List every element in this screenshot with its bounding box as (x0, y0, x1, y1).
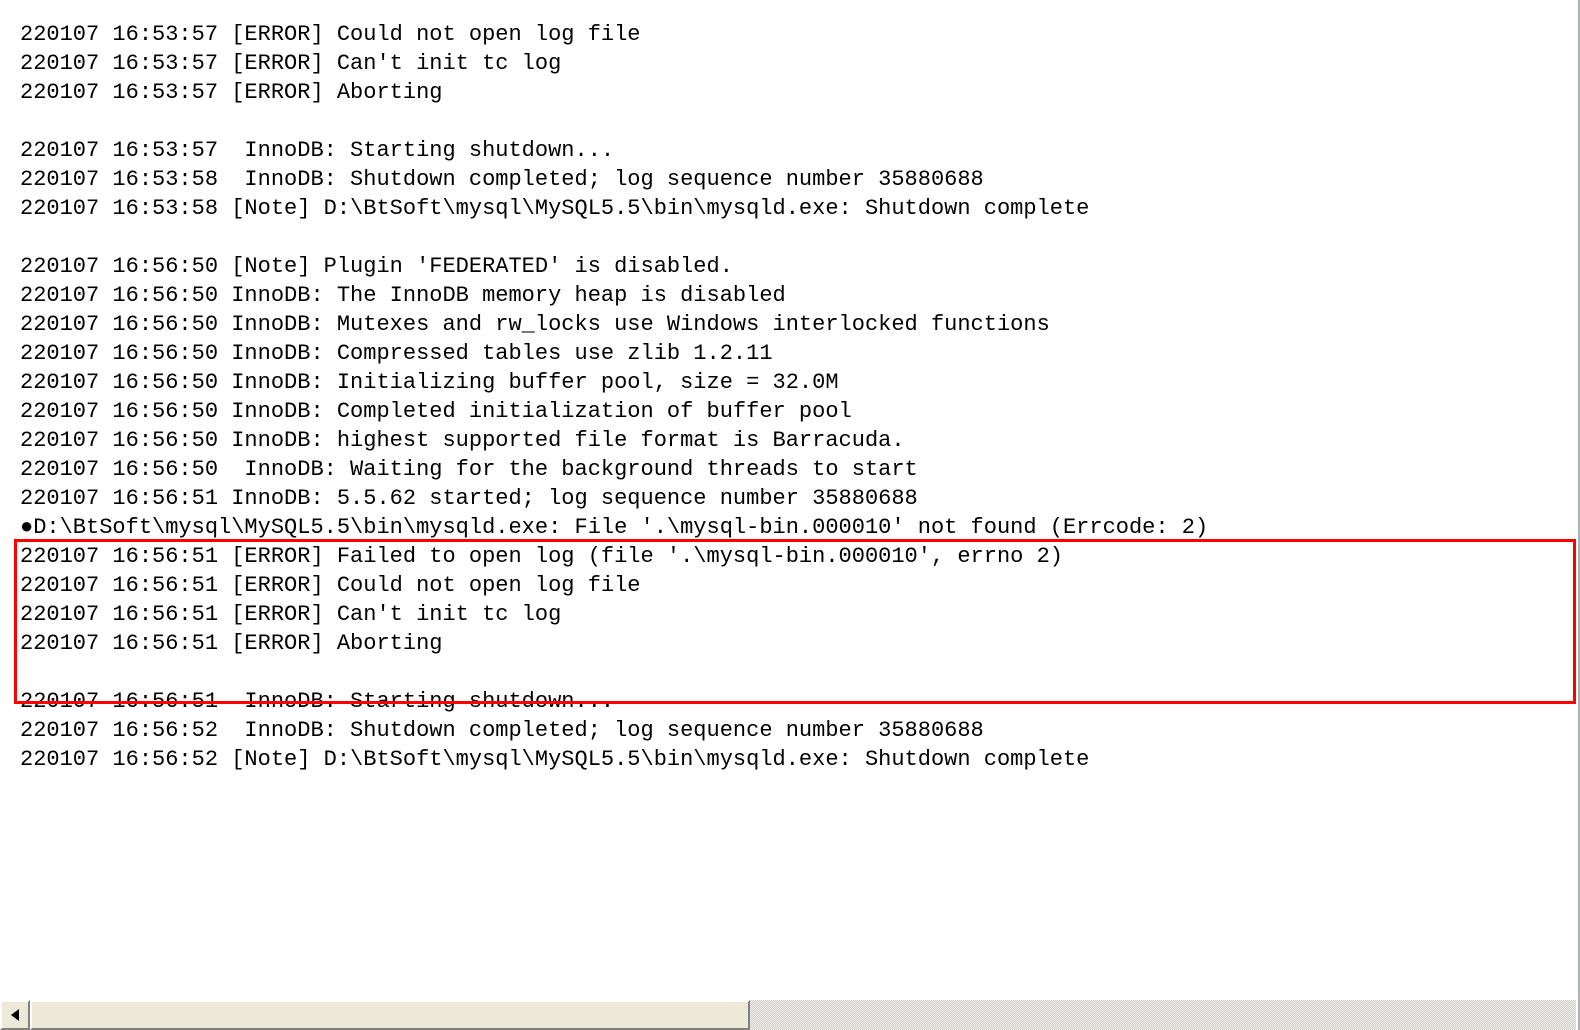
log-line: ●D:\BtSoft\mysql\MySQL5.5\bin\mysqld.exe… (20, 513, 1576, 542)
log-line: 220107 16:56:51 [ERROR] Failed to open l… (20, 542, 1576, 571)
log-line: 220107 16:56:50 InnoDB: Initializing buf… (20, 368, 1576, 397)
log-line: 220107 16:56:52 [Note] D:\BtSoft\mysql\M… (20, 745, 1576, 774)
scrollbar-track[interactable] (30, 1000, 1576, 1030)
log-line: 220107 16:56:51 [ERROR] Can't init tc lo… (20, 600, 1576, 629)
log-line: 220107 16:56:51 InnoDB: Starting shutdow… (20, 687, 1576, 716)
log-line: 220107 16:53:58 InnoDB: Shutdown complet… (20, 165, 1576, 194)
horizontal-scrollbar[interactable] (0, 1000, 1576, 1030)
log-line: 220107 16:56:50 InnoDB: Mutexes and rw_l… (20, 310, 1576, 339)
log-line: 220107 16:53:57 [ERROR] Could not open l… (20, 20, 1576, 49)
log-line: 220107 16:53:57 InnoDB: Starting shutdow… (20, 136, 1576, 165)
log-line: 220107 16:56:50 InnoDB: Compressed table… (20, 339, 1576, 368)
log-line: 220107 16:53:58 [Note] D:\BtSoft\mysql\M… (20, 194, 1576, 223)
log-line: 220107 16:56:52 InnoDB: Shutdown complet… (20, 716, 1576, 745)
log-line (20, 658, 1576, 687)
scroll-left-button[interactable] (0, 1000, 30, 1030)
log-line (20, 223, 1576, 252)
log-line: 220107 16:56:51 [ERROR] Aborting (20, 629, 1576, 658)
log-line: 220107 16:56:50 InnoDB: The InnoDB memor… (20, 281, 1576, 310)
arrow-left-icon (11, 1009, 19, 1021)
log-line (20, 107, 1576, 136)
log-line: 220107 16:56:50 [Note] Plugin 'FEDERATED… (20, 252, 1576, 281)
log-viewer: 220107 16:53:57 [ERROR] Could not open l… (0, 0, 1580, 1030)
scrollbar-thumb[interactable] (30, 1000, 750, 1030)
log-line: 220107 16:56:51 [ERROR] Could not open l… (20, 571, 1576, 600)
log-line: 220107 16:56:51 InnoDB: 5.5.62 started; … (20, 484, 1576, 513)
log-line: 220107 16:53:57 [ERROR] Can't init tc lo… (20, 49, 1576, 78)
log-line: 220107 16:56:50 InnoDB: highest supporte… (20, 426, 1576, 455)
log-text-area[interactable]: 220107 16:53:57 [ERROR] Could not open l… (20, 20, 1576, 960)
log-line: 220107 16:53:57 [ERROR] Aborting (20, 78, 1576, 107)
log-line: 220107 16:56:50 InnoDB: Completed initia… (20, 397, 1576, 426)
log-line: 220107 16:56:50 InnoDB: Waiting for the … (20, 455, 1576, 484)
